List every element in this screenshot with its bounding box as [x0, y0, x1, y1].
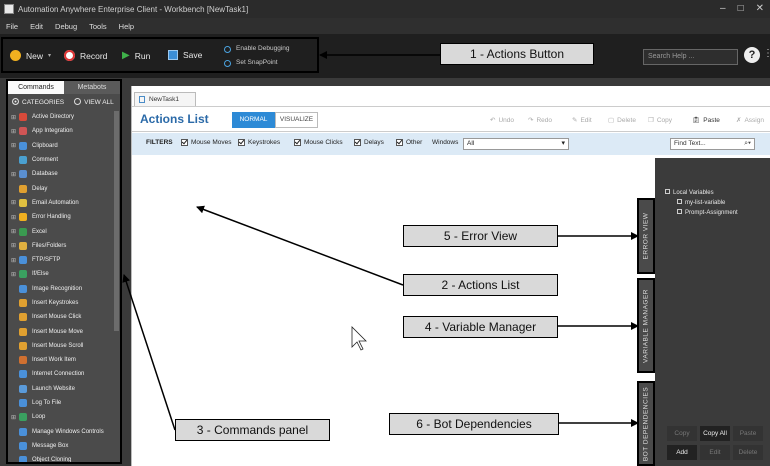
callout-variable-manager: 4 - Variable Manager: [403, 316, 558, 338]
callout-error-view: 5 - Error View: [403, 225, 558, 247]
arrow-actions-list: [196, 205, 404, 286]
callout-actions-list: 2 - Actions List: [403, 274, 558, 296]
callout-bot-dependencies: 6 - Bot Dependencies: [389, 413, 559, 435]
arrow-commands-panel: [122, 274, 176, 431]
mouse-cursor-icon: [351, 326, 367, 351]
annotation-arrows: [122, 51, 639, 431]
callout-commands-panel: 3 - Commands panel: [175, 419, 330, 441]
callout-actions-button: 1 - Actions Button: [440, 43, 594, 65]
